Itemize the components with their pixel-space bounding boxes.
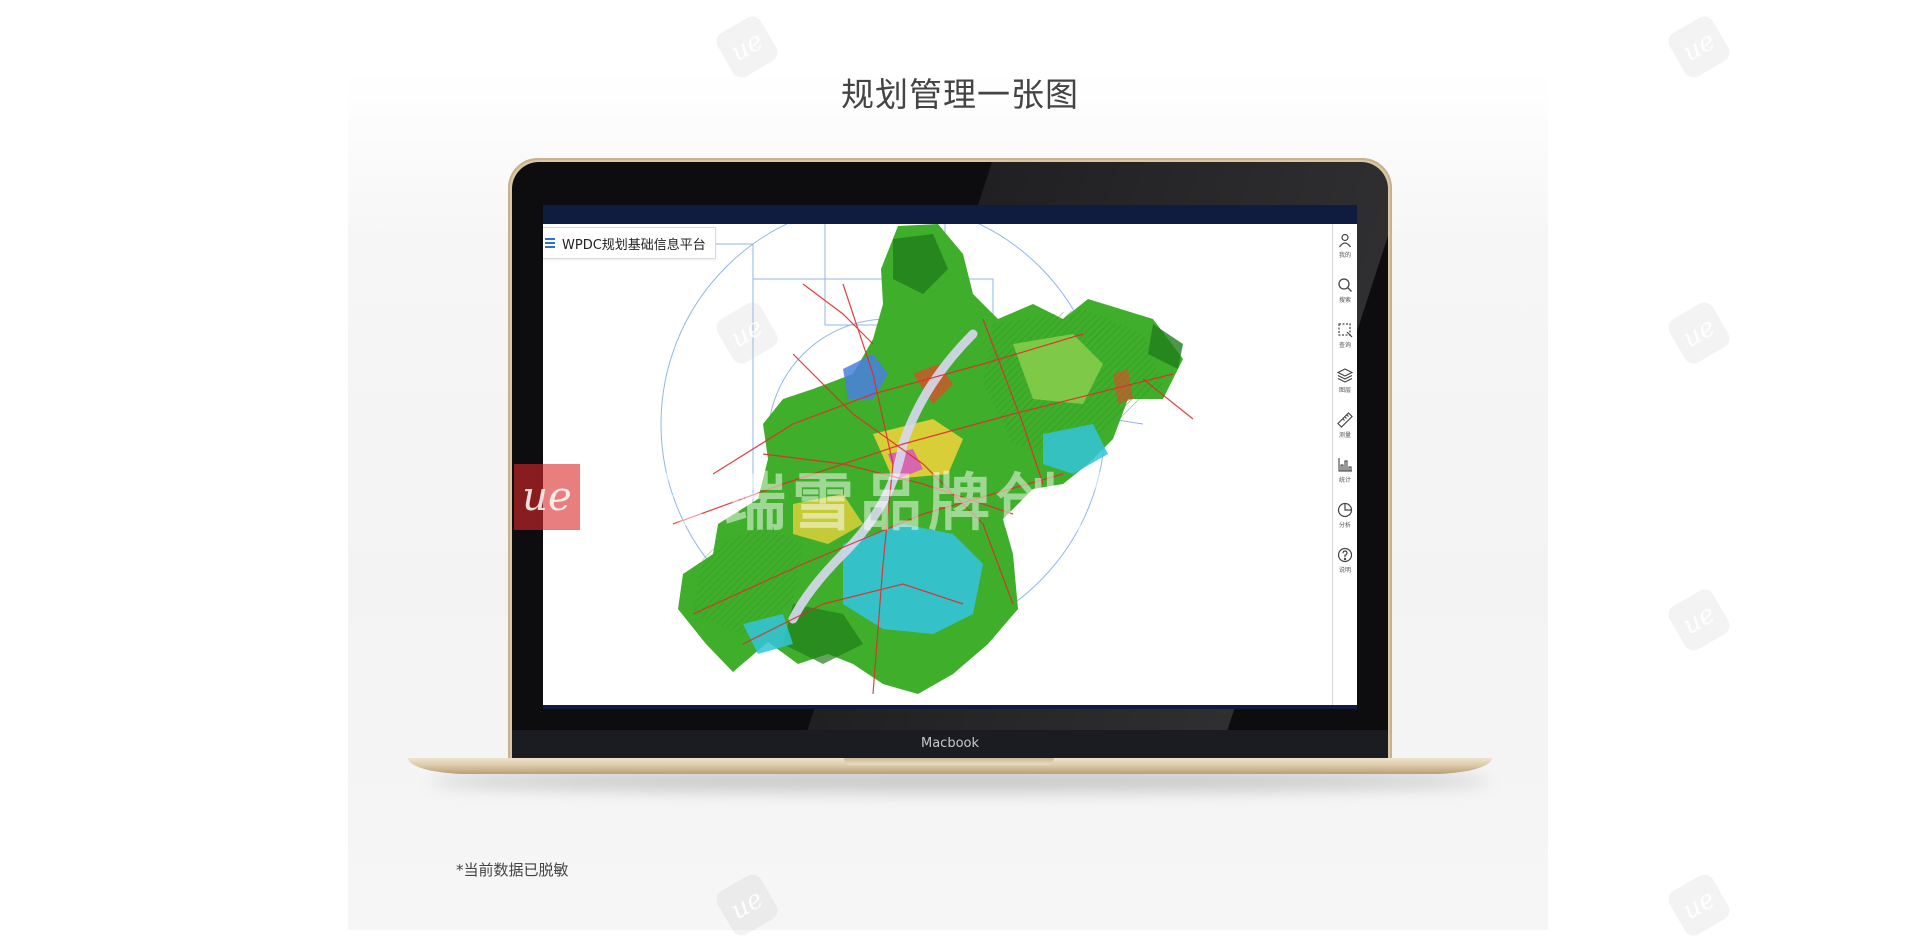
search-icon xyxy=(1338,278,1352,292)
watermark-mark: ue xyxy=(1664,585,1734,655)
land-use-area xyxy=(678,224,1183,694)
select-box-icon xyxy=(1338,323,1353,338)
laptop-brand-label: Macbook xyxy=(920,736,980,751)
right-toolbar: 我的 搜索 查询 图层 测量 统计 分析 说明 xyxy=(1332,224,1357,705)
laptop-bezel: Macbook WPDC规划基础信息平台 我的 搜索 查询 图层 测量 统计 分… xyxy=(512,162,1388,762)
laptop-base-notch xyxy=(844,758,1054,765)
watermark-mark: ue xyxy=(1664,298,1734,368)
app-screen: WPDC规划基础信息平台 我的 搜索 查询 图层 测量 统计 分析 说明 xyxy=(543,205,1357,709)
pie-chart-icon xyxy=(1337,502,1353,518)
user-icon xyxy=(1339,233,1351,248)
tool-label: 分析 xyxy=(1338,522,1351,529)
help-icon xyxy=(1337,547,1353,563)
tool-label: 查询 xyxy=(1338,342,1351,349)
app-title: WPDC规划基础信息平台 xyxy=(562,237,706,253)
layers-icon xyxy=(1337,368,1353,383)
app-logo-bar: WPDC规划基础信息平台 xyxy=(543,227,716,259)
tool-help[interactable]: 说明 xyxy=(1333,543,1357,583)
tool-measure[interactable]: 测量 xyxy=(1333,408,1357,448)
tool-label: 统计 xyxy=(1338,477,1351,484)
tool-mine[interactable]: 我的 xyxy=(1333,228,1357,268)
app-footer-bar xyxy=(543,705,1357,709)
page-title: 规划管理一张图 xyxy=(841,75,1079,114)
data-disclaimer: *当前数据已脱敏 xyxy=(456,861,569,879)
app-header-bar xyxy=(543,205,1357,224)
planning-map[interactable] xyxy=(543,224,1357,705)
hamburger-menu-icon[interactable] xyxy=(545,238,555,248)
watermark-mark: ue xyxy=(1664,870,1734,939)
tool-label: 我的 xyxy=(1338,252,1351,259)
tool-statistics[interactable]: 统计 xyxy=(1333,453,1357,493)
tool-label: 说明 xyxy=(1338,567,1351,574)
laptop-base xyxy=(408,758,1492,774)
tool-layers[interactable]: 图层 xyxy=(1333,363,1357,403)
tool-query[interactable]: 查询 xyxy=(1333,318,1357,358)
tool-label: 图层 xyxy=(1338,387,1351,394)
bar-chart-icon xyxy=(1338,458,1352,472)
tool-label: 测量 xyxy=(1338,432,1351,439)
tool-search[interactable]: 搜索 xyxy=(1333,273,1357,313)
tool-label: 搜索 xyxy=(1338,297,1351,304)
tool-analysis[interactable]: 分析 xyxy=(1333,498,1357,538)
ruler-icon xyxy=(1337,412,1353,428)
